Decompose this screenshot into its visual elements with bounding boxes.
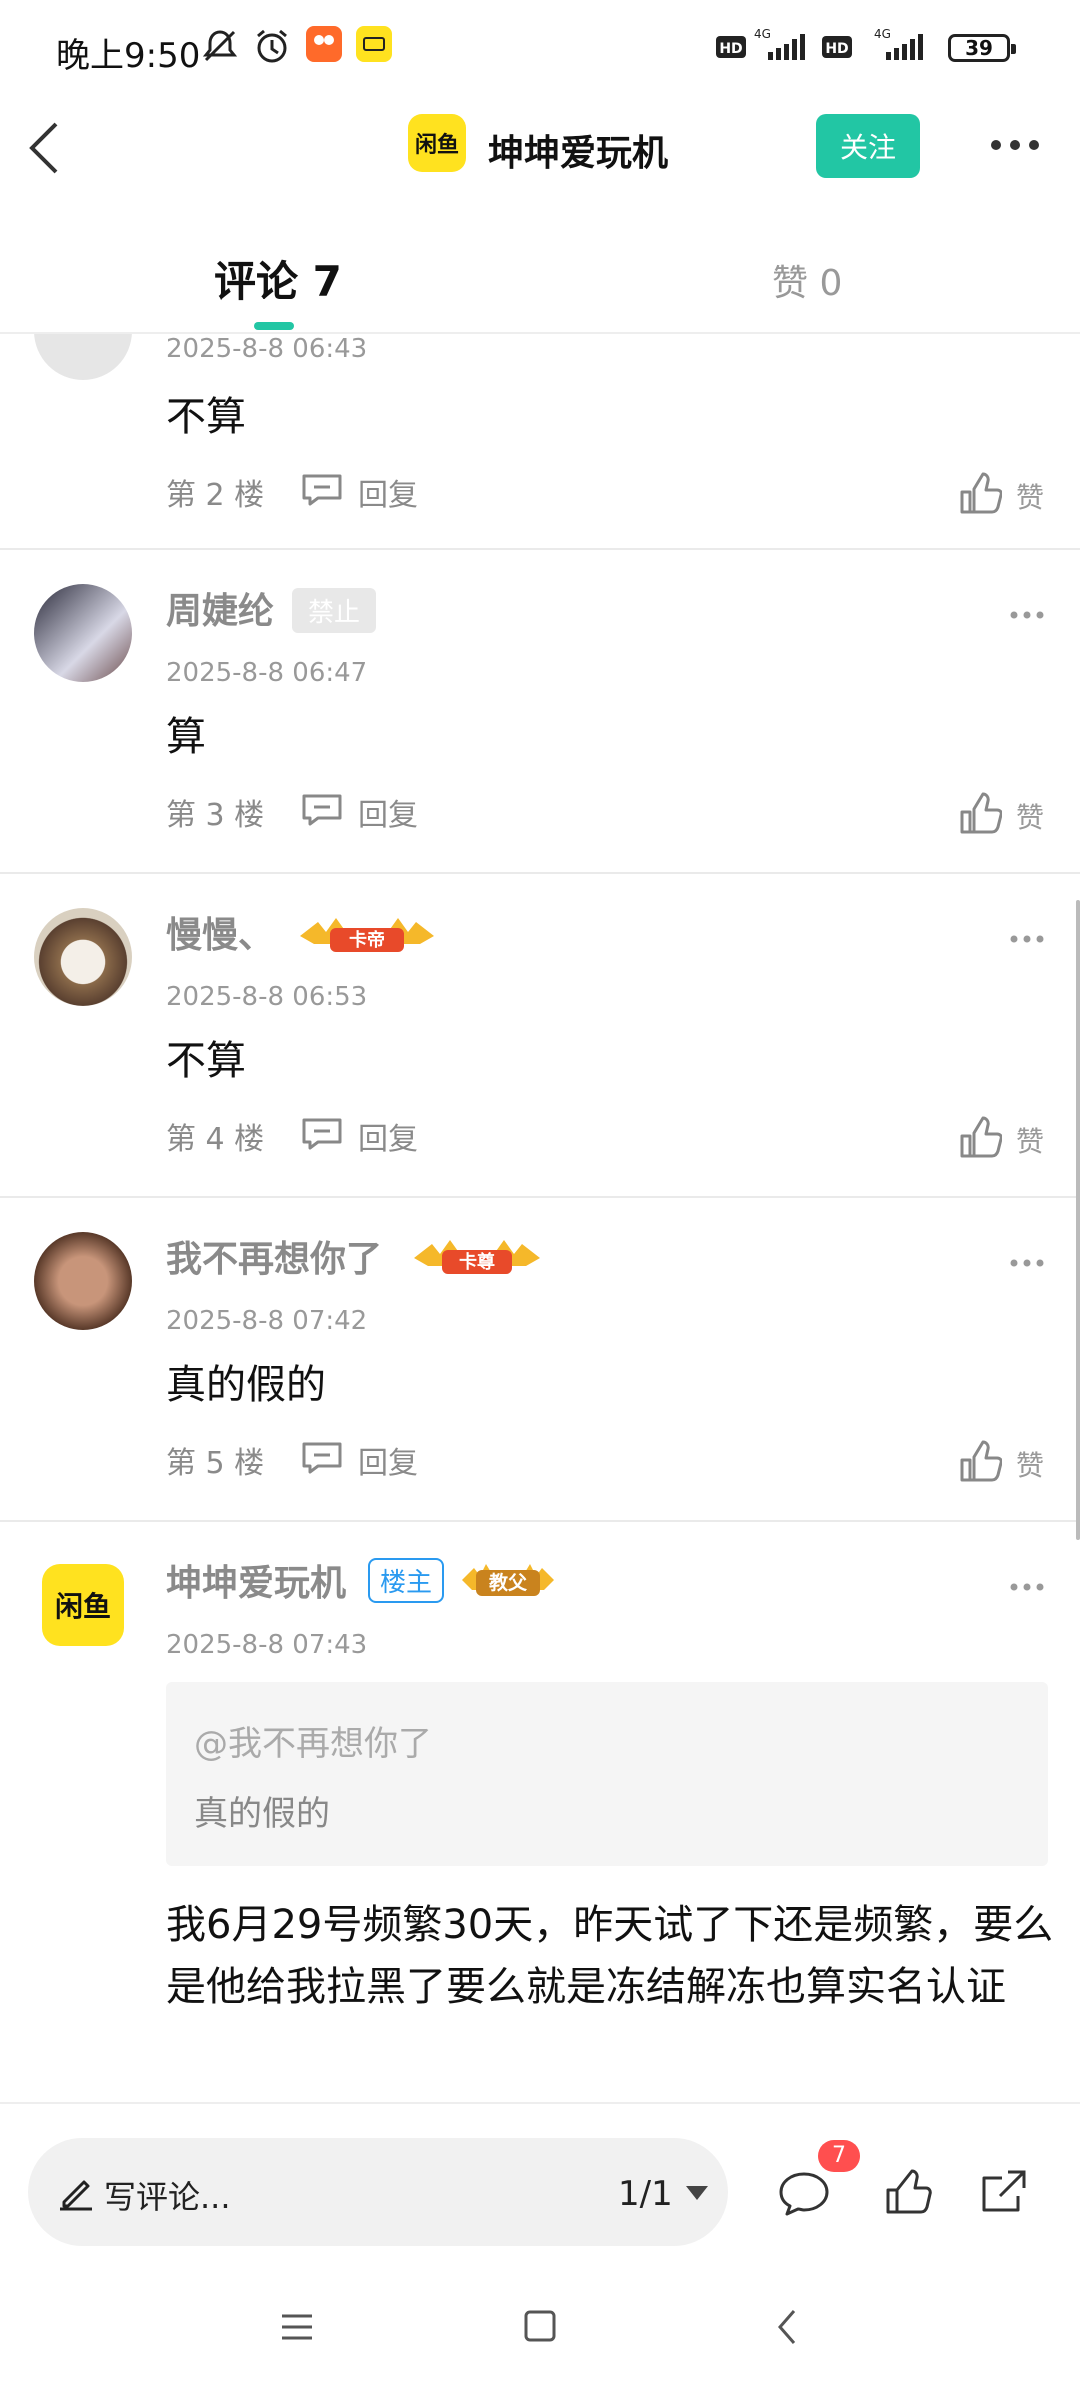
bottom-action-bar: 写评论... 1/1 7 [0,2102,1080,2266]
reply-icon[interactable] [300,1116,344,1150]
reply-icon[interactable] [300,1440,344,1474]
comment-item: 周婕纶 禁止 2025-8-8 06:47 算 第 3 楼 回复 赞 [0,550,1080,874]
like-button[interactable]: 赞 [1016,476,1044,516]
comment-item: 2025-8-8 06:43 不算 第 2 楼 回复 赞 [0,282,1080,550]
pen-icon [60,2180,92,2211]
follow-button[interactable]: 关注 [816,114,920,178]
status-time: 晚上9:50 [56,36,201,76]
comment-time: 2025-8-8 06:43 [166,334,368,364]
avatar[interactable] [34,584,132,682]
comment-time: 2025-8-8 06:47 [166,658,368,688]
comment-text: 不算 [166,394,246,440]
xianyu-notification-icon [356,26,392,62]
home-icon[interactable] [524,2310,556,2342]
like-button[interactable]: 赞 [1016,796,1044,836]
comment-item: 慢慢、 卡帝 2025-8-8 06:53 不算 第 4 楼 回复 赞 [0,874,1080,1198]
active-tab-indicator [254,322,294,330]
like-icon[interactable] [958,1440,1002,1484]
svg-text:HD: HD [719,41,742,57]
tab-bar: 评论 7 赞 0 [0,200,1080,334]
floor-number: 第 5 楼 [166,1446,265,1481]
xianyu-logo: 闲鱼 [408,114,466,172]
comment-item: 我不再想你了 卡尊 2025-8-8 07:42 真的假的 第 5 楼 回复 赞 [0,1198,1080,1522]
scrollbar[interactable] [1076,900,1080,1540]
like-icon[interactable] [958,472,1002,516]
battery-indicator: 39 [948,34,1016,62]
thumbs-up-icon[interactable] [884,2168,932,2216]
quoted-text: 真的假的 [194,1794,330,1834]
reply-icon[interactable] [300,792,344,826]
comment-text: 我6月29号频繁30天，昨天试了下还是频繁，要么是他给我拉黑了要么就是冻结解冻也… [166,1902,1054,2010]
top-header: 闲鱼 坤坤爱玩机 关注 [0,96,1080,200]
comment-text: 真的假的 [166,1362,326,1408]
comment-more-icon[interactable] [1010,934,1044,944]
floor-number: 第 2 楼 [166,478,265,513]
back-arrow-icon[interactable] [22,116,66,180]
floor-number: 第 4 楼 [166,1122,265,1157]
comment-more-icon[interactable] [1010,1582,1044,1592]
level-crown-badge: 教父 [462,1564,554,1596]
commenter-name[interactable]: 坤坤爱玩机 [166,1554,346,1606]
comment-more-icon[interactable] [1010,1258,1044,1268]
comment-text: 算 [166,714,206,760]
system-navigation-bar [0,2266,1080,2400]
comment-input-placeholder: 写评论... [104,2178,231,2216]
avatar[interactable] [34,908,132,1006]
avatar[interactable] [34,1232,132,1330]
badge-text: 卡帝 [349,929,385,951]
status-bar: 晚上9:50 HD 4G HD 4G 39 [0,0,1080,96]
page-indicator[interactable]: 1/1 [618,2174,673,2214]
svg-text:4G: 4G [754,27,771,41]
page-title: 坤坤爱玩机 [488,133,669,174]
like-button[interactable]: 赞 [1016,1120,1044,1160]
commenter-name[interactable]: 慢慢、 [166,906,274,958]
comment-more-icon[interactable] [1010,610,1044,620]
commenter-name[interactable]: 我不再想你了 [166,1230,382,1282]
reply-button[interactable]: 回复 [358,1438,418,1482]
comment-text: 不算 [166,1038,246,1084]
level-crown-badge: 卡帝 [300,918,434,952]
avatar-logo: 闲鱼 [42,1564,124,1646]
reply-icon[interactable] [300,472,344,506]
more-options-icon[interactable] [990,138,1040,152]
comment-time: 2025-8-8 07:43 [166,1630,368,1660]
like-icon[interactable] [958,792,1002,836]
comment-count-badge: 7 [818,2140,860,2172]
reply-button[interactable]: 回复 [358,470,418,514]
floor-number: 第 3 楼 [166,798,265,833]
recent-apps-icon[interactable] [280,2312,314,2342]
comment-time: 2025-8-8 07:42 [166,1306,368,1336]
comment-time: 2025-8-8 06:53 [166,982,368,1012]
share-icon[interactable] [978,2166,1030,2218]
signal-2-icon: HD 4G [822,27,923,60]
signal-1-icon: HD 4G [716,27,805,60]
badge-text: 卡尊 [459,1251,495,1273]
reply-button[interactable]: 回复 [358,790,418,834]
app-notification-icon [306,26,342,62]
owner-badge: 楼主 [368,1558,445,1603]
avatar[interactable]: 闲鱼 [34,1556,132,1654]
commenter-name[interactable]: 周婕纶 [166,582,274,634]
alarm-icon [257,29,287,63]
comment-input[interactable]: 写评论... 1/1 [28,2138,728,2246]
svg-text:HD: HD [825,41,848,57]
reply-button[interactable]: 回复 [358,1114,418,1158]
quoted-user: @我不再想你了 [194,1724,432,1764]
nav-back-icon[interactable] [776,2308,798,2346]
quoted-comment[interactable]: @我不再想你了 真的假的 [166,1682,1048,1866]
mute-bell-icon [202,30,238,62]
level-crown-badge: 卡尊 [414,1240,540,1274]
tab-likes[interactable]: 赞 0 [772,254,842,306]
svg-text:4G: 4G [874,27,891,41]
badge-text: 教父 [489,1571,528,1594]
like-icon[interactable] [958,1116,1002,1160]
like-button[interactable]: 赞 [1016,1444,1044,1484]
caret-down-icon[interactable] [686,2186,708,2200]
comment-bubble-icon[interactable] [778,2170,830,2218]
tab-comments[interactable]: 评论 7 [214,248,342,309]
comment-item: 闲鱼 坤坤爱玩机 楼主 教父 2025-8-8 07:43 @我不再想你了 真的… [0,1522,1080,2102]
banned-badge: 禁止 [292,588,377,633]
